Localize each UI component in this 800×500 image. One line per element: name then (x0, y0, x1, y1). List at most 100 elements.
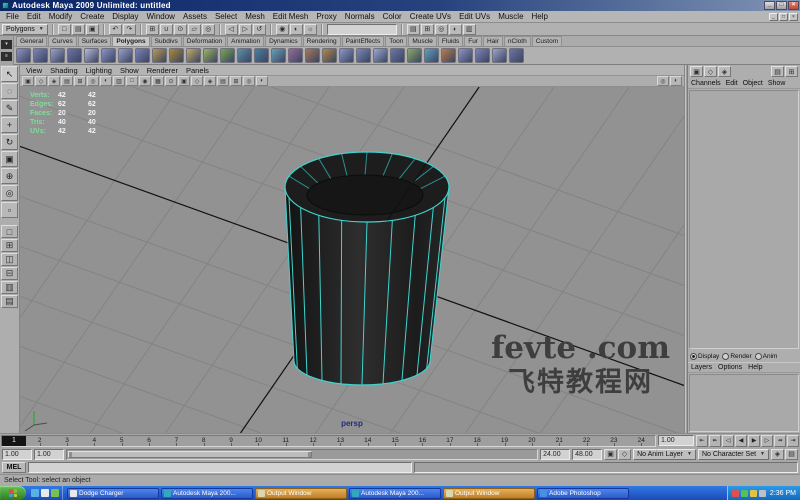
multiple-panes-icon[interactable]: ◎ (657, 76, 669, 86)
wireframe-icon[interactable]: ▣ (178, 76, 190, 86)
frame-tick-17[interactable]: 17 (436, 436, 463, 446)
shelf-tab-fur[interactable]: Fur (464, 36, 482, 46)
frame-tick-20[interactable]: 20 (518, 436, 545, 446)
mute-toggle-icon[interactable]: ◈ (771, 449, 784, 460)
bookmark-icon[interactable]: ▤ (61, 76, 73, 86)
channelbox-menu-object[interactable]: Object (743, 80, 763, 87)
scene-restore-icon[interactable]: □ (779, 13, 788, 21)
frame-tick-3[interactable]: 3 (53, 436, 80, 446)
frame-tick-12[interactable]: 12 (299, 436, 326, 446)
antivirus-icon[interactable] (732, 490, 739, 497)
menu-edit[interactable]: Edit (23, 12, 45, 21)
menu-help[interactable]: Help (528, 12, 552, 21)
channelbox-menu-show[interactable]: Show (768, 80, 786, 87)
frame-tick-5[interactable]: 5 (108, 436, 135, 446)
frame-tick-13[interactable]: 13 (327, 436, 354, 446)
poly-prism-icon[interactable] (118, 48, 133, 63)
combine-icon[interactable] (220, 48, 235, 63)
taskbar-item-output-window[interactable]: Output Window (443, 488, 535, 499)
poly-helix-icon[interactable] (169, 48, 184, 63)
rotate-tool[interactable]: ↻ (1, 134, 18, 150)
channelbox-menu-edit[interactable]: Edit (726, 80, 738, 87)
current-time-field[interactable]: 1.00 (658, 435, 694, 446)
lock-toggle-icon[interactable]: ▤ (785, 449, 798, 460)
start-button[interactable] (0, 486, 26, 500)
split-polygon-tool-icon[interactable] (475, 48, 490, 63)
show-tool-settings-icon[interactable]: ◐ (449, 24, 462, 35)
image-plane-icon[interactable]: ⊞ (74, 76, 86, 86)
scene-minimize-icon[interactable]: _ (769, 13, 778, 21)
shelf-tab-custom[interactable]: Custom (532, 36, 562, 46)
go-to-start-button[interactable]: ⇤ (696, 435, 708, 447)
render-current-frame-icon[interactable]: ◉ (276, 24, 289, 35)
append-to-polygon-icon[interactable] (458, 48, 473, 63)
frame-tick-4[interactable]: 4 (81, 436, 108, 446)
step-back-key-button[interactable]: ↞ (709, 435, 721, 447)
close-button[interactable]: × (788, 1, 799, 10)
menu-mesh[interactable]: Mesh (241, 12, 269, 21)
poly-plane-icon[interactable] (84, 48, 99, 63)
channel-sliders-icon[interactable]: ▤ (771, 66, 784, 77)
shelf-tab-hair[interactable]: Hair (483, 36, 503, 46)
smooth-icon[interactable] (322, 48, 337, 63)
shelf-tab-subdivs[interactable]: Subdivs (151, 36, 182, 46)
open-scene-icon[interactable]: ▤ (72, 24, 85, 35)
select-tool[interactable]: ↖ (1, 66, 18, 82)
mel-label[interactable]: MEL (2, 462, 26, 473)
channel-box-toggle-icon[interactable]: ▣ (690, 66, 703, 77)
anim-layer-selector[interactable]: No Anim Layer ▼ (633, 449, 696, 460)
safe-title-icon[interactable]: ⊙ (165, 76, 177, 86)
menu-display[interactable]: Display (108, 12, 142, 21)
poly-platonic-icon[interactable] (203, 48, 218, 63)
animation-end-field[interactable]: 48.00 (572, 449, 602, 460)
maximize-button[interactable]: □ (776, 1, 787, 10)
scene-close-icon[interactable]: × (789, 13, 798, 21)
output-connections-icon[interactable]: ▷ (239, 24, 252, 35)
quick-selection-icon[interactable]: ▤ (407, 24, 420, 35)
mirror-geometry-icon[interactable] (390, 48, 405, 63)
redo-icon[interactable]: ↷ (123, 24, 136, 35)
menu-proxy[interactable]: Proxy (312, 12, 340, 21)
frame-tick-2[interactable]: 2 (26, 436, 53, 446)
menu-file[interactable]: File (2, 12, 23, 21)
film-gate-icon[interactable]: ◐ (100, 76, 112, 86)
display-toggle-icon[interactable]: ◈ (718, 66, 731, 77)
maximize-pane-icon[interactable]: ◐ (670, 76, 682, 86)
save-scene-icon[interactable]: ▣ (86, 24, 99, 35)
snap-to-point-icon[interactable]: ⊙ (174, 24, 187, 35)
poly-cube-icon[interactable] (33, 48, 48, 63)
render-settings-icon[interactable]: ☼ (304, 24, 317, 35)
make-live-icon[interactable]: ◎ (202, 24, 215, 35)
step-back-frame-button[interactable]: ◁ (722, 435, 734, 447)
snap-to-plane-icon[interactable]: ▱ (188, 24, 201, 35)
show-hide-sidebar-icon[interactable]: ⊞ (785, 66, 798, 77)
insert-edge-loop-icon[interactable] (492, 48, 507, 63)
taskbar-item-dodge-charger[interactable]: Dodge Charger (67, 488, 159, 499)
panel-menu-renderer[interactable]: Renderer (143, 66, 182, 75)
poly-pyramid-icon[interactable] (135, 48, 150, 63)
snap-to-grid-icon[interactable]: ⊞ (146, 24, 159, 35)
auto-key-toggle-icon[interactable]: ▣ (604, 449, 617, 460)
layer-editor-toggle-icon[interactable]: ◇ (704, 66, 717, 77)
frame-tick-9[interactable]: 9 (217, 436, 244, 446)
messenger-icon[interactable] (759, 490, 766, 497)
menu-edit-uvs[interactable]: Edit UVs (455, 12, 494, 21)
reduce-icon[interactable] (339, 48, 354, 63)
shelf-tab-general[interactable]: General (16, 36, 47, 46)
extract-icon[interactable] (254, 48, 269, 63)
go-to-end-button[interactable]: ⇥ (787, 435, 799, 447)
bevel-icon[interactable] (424, 48, 439, 63)
shadows-icon[interactable]: ⊞ (230, 76, 242, 86)
taskbar-item-output-window[interactable]: Output Window (255, 488, 347, 499)
menu-edit-mesh[interactable]: Edit Mesh (269, 12, 313, 21)
poly-torus-icon[interactable] (101, 48, 116, 63)
frame-tick-10[interactable]: 10 (245, 436, 272, 446)
frame-tick-15[interactable]: 15 (381, 436, 408, 446)
display-mode-anim[interactable]: Anim (755, 353, 778, 360)
show-attribute-editor-icon[interactable]: ▥ (463, 24, 476, 35)
use-all-lights-icon[interactable]: ▤ (217, 76, 229, 86)
offset-edge-loop-icon[interactable] (509, 48, 524, 63)
xray-icon[interactable]: ◎ (243, 76, 255, 86)
menu-modify[interactable]: Modify (45, 12, 77, 21)
show-channel-box-icon[interactable]: ◎ (435, 24, 448, 35)
